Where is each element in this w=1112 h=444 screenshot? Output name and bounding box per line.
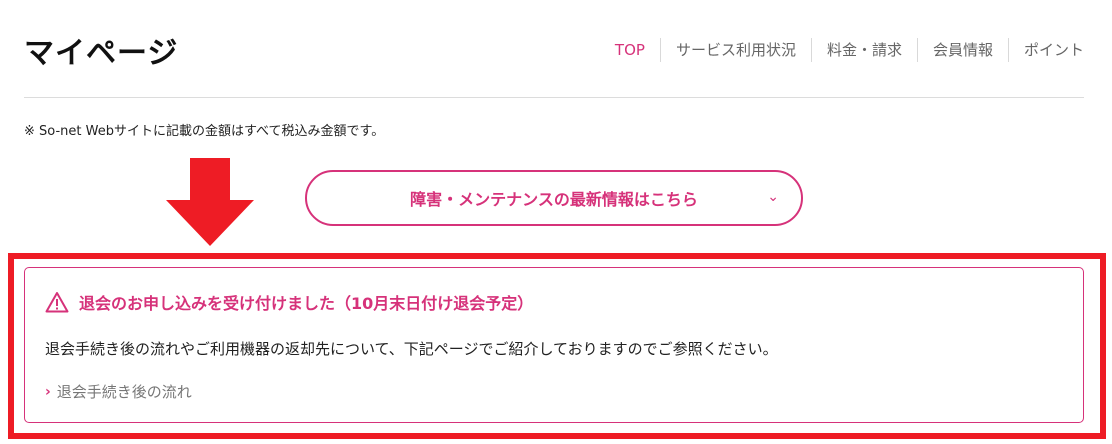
tax-note: ※ So-net Webサイトに記載の金額はすべて税込み金額です。 [24, 124, 385, 139]
notice-body: 退会手続き後の流れやご利用機器の返却先について、下記ページでご紹介しておりますの… [45, 340, 778, 358]
nav-service-usage[interactable]: サービス利用状況 [661, 38, 811, 62]
withdrawal-flow-link[interactable]: › 退会手続き後の流れ [45, 381, 192, 402]
page-title: マイページ [24, 36, 179, 71]
maintenance-info-label: 障害・メンテナンスの最新情報はこちら [410, 190, 698, 209]
maintenance-info-button[interactable]: 障害・メンテナンスの最新情報はこちら ⌄ [305, 170, 803, 226]
withdrawal-notice-card: 退会のお申し込みを受け付けました（10月末日付け退会予定） 退会手続き後の流れや… [24, 267, 1084, 423]
nav-points[interactable]: ポイント [1009, 38, 1084, 62]
chevron-right-icon: › [45, 383, 51, 400]
nav-top[interactable]: TOP [600, 38, 660, 62]
withdrawal-flow-link-label: 退会手続き後の流れ [56, 383, 192, 401]
header-divider [24, 97, 1084, 98]
nav-billing[interactable]: 料金・請求 [812, 38, 917, 62]
chevron-down-icon: ⌄ [767, 189, 779, 205]
down-arrow-icon [166, 158, 254, 246]
notice-title-row: 退会のお申し込みを受け付けました（10月末日付け退会予定） [45, 290, 533, 314]
warning-icon [45, 292, 69, 313]
top-nav: TOP サービス利用状況 料金・請求 会員情報 ポイント [600, 38, 1084, 62]
notice-title: 退会のお申し込みを受け付けました（10月末日付け退会予定） [79, 294, 534, 313]
nav-member-info[interactable]: 会員情報 [918, 38, 1008, 62]
